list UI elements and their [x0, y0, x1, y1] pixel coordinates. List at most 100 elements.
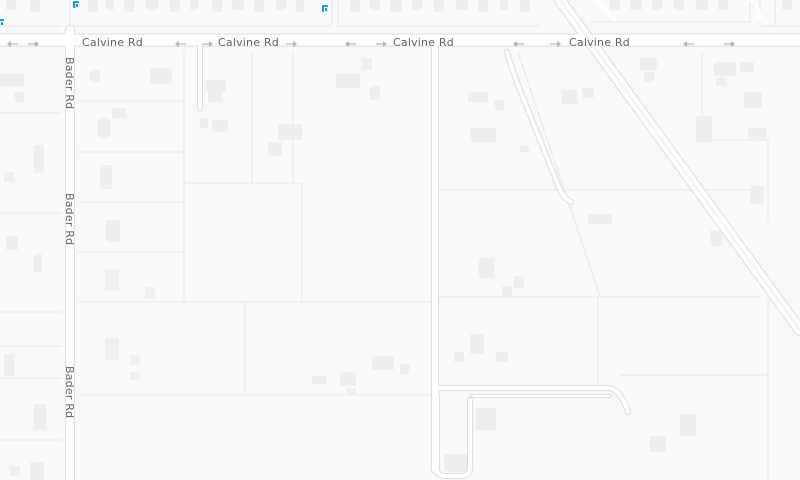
building-footprint — [674, 0, 684, 10]
building-footprint — [468, 92, 488, 102]
street-label-calvine-rd[interactable]: Calvine Rd — [569, 36, 630, 49]
building-footprint — [478, 0, 488, 12]
building-footprint — [340, 372, 356, 386]
building-footprint — [400, 364, 410, 374]
bus-stop-icon[interactable] — [72, 0, 80, 9]
building-footprint — [456, 0, 468, 10]
building-footprint — [146, 0, 158, 10]
building-footprint — [88, 0, 98, 12]
building-footprint — [362, 58, 372, 70]
building-footprint — [370, 86, 380, 100]
building-footprint — [268, 142, 282, 156]
building-footprint — [500, 0, 508, 10]
building-footprint — [748, 128, 766, 140]
building-footprint — [14, 92, 24, 102]
building-footprint — [98, 118, 110, 138]
building-footprint — [105, 270, 119, 290]
building-footprint — [34, 404, 46, 430]
building-footprint — [444, 454, 468, 472]
building-footprint — [124, 0, 134, 12]
building-footprint — [346, 388, 356, 394]
building-footprint — [520, 0, 530, 12]
building-footprint — [750, 186, 764, 204]
building-footprint — [630, 0, 642, 10]
street-label-calvine-rd[interactable]: Calvine Rd — [218, 36, 279, 49]
building-footprint — [90, 70, 100, 82]
building-footprint — [350, 0, 360, 12]
building-footprint — [610, 0, 620, 10]
street-label-bader-rd[interactable]: Bader Rd — [63, 366, 76, 418]
building-footprint — [740, 62, 754, 72]
building-footprint — [454, 352, 464, 362]
building-footprint — [200, 118, 208, 128]
building-footprint — [718, 0, 728, 10]
building-footprint — [710, 230, 722, 246]
building-footprint — [696, 0, 708, 10]
building-footprint — [514, 276, 524, 288]
building-footprint — [478, 258, 494, 278]
building-footprint — [30, 462, 44, 480]
building-footprint — [714, 62, 736, 76]
building-footprint — [150, 68, 172, 84]
building-footprint — [494, 100, 504, 110]
building-footprint — [716, 78, 726, 86]
building-footprint — [6, 0, 16, 10]
street-label-bader-rd[interactable]: Bader Rd — [63, 57, 76, 109]
building-footprint — [652, 0, 662, 10]
street-label-calvine-rd[interactable]: Calvine Rd — [82, 36, 143, 49]
building-footprint — [744, 92, 762, 108]
building-footprint — [496, 352, 508, 362]
building-footprint — [112, 108, 126, 118]
building-footprint — [336, 74, 360, 88]
building-footprint — [34, 145, 44, 173]
building-footprint — [470, 128, 496, 142]
building-footprint — [34, 254, 42, 272]
street-label-calvine-rd[interactable]: Calvine Rd — [393, 36, 454, 49]
building-footprint — [372, 356, 394, 370]
building-footprint — [582, 88, 594, 98]
building-footprint — [782, 0, 792, 10]
building-footprint — [434, 0, 444, 12]
building-footprint — [6, 236, 18, 250]
building-footprint — [696, 116, 712, 142]
building-footprint — [390, 0, 402, 12]
building-footprint — [278, 124, 302, 140]
building-footprint — [680, 414, 696, 436]
building-footprint — [476, 408, 496, 430]
building-footprint — [106, 0, 114, 10]
building-footprint — [650, 436, 666, 452]
bus-stop-icon[interactable] — [321, 4, 329, 13]
building-footprint — [520, 146, 530, 152]
map-view[interactable]: Calvine Rd Calvine Rd Calvine Rd Calvine… — [0, 0, 800, 480]
building-footprint — [296, 0, 304, 12]
building-footprint — [130, 355, 140, 365]
building-footprint — [145, 287, 155, 299]
building-footprint — [10, 466, 20, 476]
building-footprint — [644, 72, 654, 82]
building-footprint — [470, 334, 484, 354]
building-footprint — [206, 80, 226, 92]
building-footprint — [212, 120, 228, 132]
building-footprint — [588, 214, 612, 224]
building-footprint — [312, 376, 326, 384]
building-footprint — [502, 286, 512, 296]
building-footprint — [232, 0, 244, 10]
building-footprint — [640, 58, 658, 70]
building-footprint — [276, 0, 286, 10]
building-footprint — [212, 0, 222, 12]
building-footprint — [208, 92, 222, 102]
building-footprint — [190, 0, 198, 10]
street-label-bader-rd[interactable]: Bader Rd — [63, 193, 76, 245]
building-footprint — [4, 354, 14, 376]
building-footprint — [170, 0, 180, 12]
building-footprint — [100, 165, 112, 189]
building-footprint — [105, 338, 119, 360]
map-canvas[interactable] — [0, 0, 800, 480]
building-footprint — [4, 172, 14, 182]
bus-stop-icon[interactable] — [0, 18, 5, 27]
building-footprint — [562, 90, 578, 104]
building-footprint — [130, 372, 140, 380]
building-footprint — [0, 74, 24, 86]
building-footprint — [106, 220, 120, 242]
building-footprint — [370, 0, 380, 10]
